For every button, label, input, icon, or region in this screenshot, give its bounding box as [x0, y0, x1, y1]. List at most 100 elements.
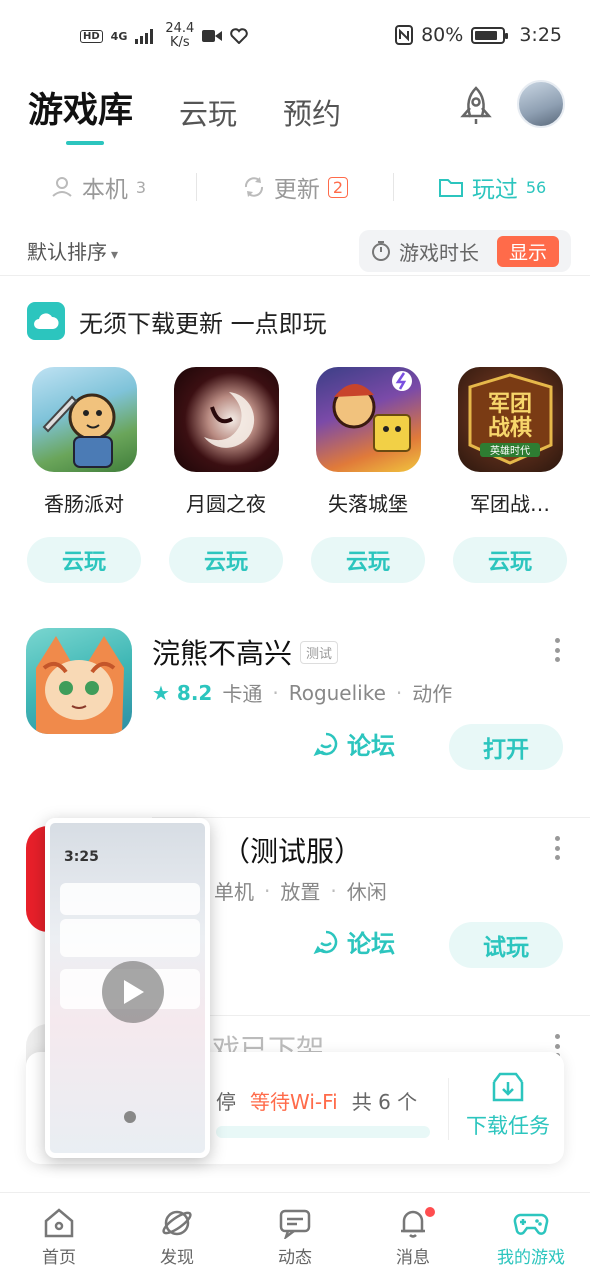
- battery-percent: 80%: [421, 24, 464, 46]
- cloud-section-header: 无须下载更新 一点即玩: [27, 302, 327, 340]
- signal-bars-icon: [135, 29, 154, 44]
- star-icon: ★: [152, 680, 170, 705]
- divider: [152, 1015, 590, 1016]
- play-icon[interactable]: [102, 961, 164, 1023]
- cloud-game-card[interactable]: 月圆之夜 云玩: [169, 367, 283, 583]
- game-name: 失落城堡: [328, 492, 408, 516]
- download-tasks-button[interactable]: 下载任务: [460, 1070, 556, 1140]
- wifi-wait-label: 等待Wi-Fi: [250, 1090, 338, 1114]
- status-bar: HD 4G 24.4 K/s 80% 3:25: [0, 0, 590, 72]
- download-total: 共 6 个: [351, 1090, 418, 1114]
- filter-local[interactable]: 本机 3: [0, 170, 196, 204]
- genre: 休闲: [346, 880, 387, 904]
- nav-feed[interactable]: 动态: [236, 1193, 354, 1280]
- try-play-button[interactable]: 试玩: [449, 922, 563, 968]
- gamepad-icon: [513, 1213, 549, 1235]
- tab-game-library[interactable]: 游戏库: [28, 82, 133, 145]
- genre: 动作: [412, 682, 453, 706]
- icon-text-2: 战棋: [487, 415, 531, 441]
- game-title: 浣熊不高兴: [152, 637, 293, 670]
- game-title: （测试服）: [222, 835, 363, 868]
- genre: Roguelike: [288, 680, 386, 705]
- battery-icon: [471, 26, 509, 44]
- phone-user-icon: [52, 177, 72, 197]
- hd-indicator: HD: [80, 29, 103, 43]
- cloud-icon: [27, 302, 65, 340]
- game-meta: 单机 · 放置 · 休闲: [214, 876, 387, 905]
- sort-dropdown[interactable]: 默认排序: [27, 236, 118, 265]
- preview-card: [60, 883, 200, 915]
- sort-row: 默认排序 游戏时长 显示: [0, 226, 590, 276]
- trash-icon[interactable]: [124, 1111, 136, 1123]
- game-icon: [315, 367, 421, 472]
- icon-text-1: 军团: [487, 392, 531, 417]
- game-icon: [26, 628, 132, 734]
- game-name: 月圆之夜: [186, 492, 266, 516]
- nfc-icon: [395, 25, 414, 45]
- game-icon: [173, 367, 279, 472]
- top-tabs: 游戏库 云玩 预约: [28, 82, 341, 145]
- nav-discover[interactable]: 发现: [118, 1193, 236, 1280]
- net-speed: 24.4 K/s: [165, 21, 195, 50]
- open-button[interactable]: 打开: [449, 724, 563, 770]
- cloud-play-button[interactable]: 云玩: [27, 537, 141, 583]
- home-icon: [44, 1208, 74, 1238]
- genre: 放置: [280, 880, 321, 904]
- forum-icon: [313, 930, 338, 954]
- cloud-game-card[interactable]: 失落城堡 云玩: [311, 367, 425, 583]
- game-icon: 军团 战棋 英雄时代: [457, 367, 563, 472]
- signal-icon: 4G: [110, 29, 128, 43]
- cloud-play-button[interactable]: 云玩: [453, 537, 567, 583]
- forum-button[interactable]: 论坛: [313, 924, 395, 959]
- divider: [448, 1078, 449, 1140]
- genre: 单机: [214, 880, 254, 904]
- chat-icon: [279, 1209, 311, 1239]
- cloud-game-card[interactable]: 军团 战棋 英雄时代 军团战… 云玩: [453, 367, 567, 583]
- planet-icon: [162, 1210, 192, 1236]
- preview-card: [60, 919, 200, 957]
- notification-dot: [425, 1207, 435, 1217]
- rocket-icon[interactable]: [454, 84, 498, 128]
- clock: 3:25: [519, 24, 562, 46]
- game-name: 香肠派对: [44, 492, 124, 516]
- filter-bar: 本机 3 更新 2 玩过 56: [0, 164, 590, 210]
- play-time-toggle[interactable]: 游戏时长 显示: [359, 230, 571, 272]
- cloud-game-card[interactable]: 香肠派对 云玩: [27, 367, 141, 583]
- icon-text-3: 英雄时代: [490, 444, 530, 457]
- bottom-nav: 首页 发现 动态 消息 我的游戏: [0, 1192, 590, 1280]
- forum-icon: [313, 732, 338, 756]
- filter-update[interactable]: 更新 2: [197, 170, 393, 204]
- nav-my-games[interactable]: 我的游戏: [472, 1193, 590, 1280]
- test-tag: 测试: [300, 640, 339, 664]
- game-row[interactable]: 浣熊不高兴 测试 ★ 8.2 卡通 · Roguelike · 动作 论坛 打开: [0, 628, 590, 818]
- cloud-games-list: 香肠派对 云玩 月圆之夜 云玩 失落城堡 云玩 军团 战棋 英雄时代 军团战… …: [27, 367, 567, 583]
- more-options-icon[interactable]: [554, 638, 560, 662]
- filter-played[interactable]: 玩过 56: [394, 170, 590, 204]
- download-icon: [492, 1072, 524, 1102]
- user-avatar[interactable]: [517, 80, 565, 128]
- forum-button[interactable]: 论坛: [313, 726, 395, 761]
- more-options-icon[interactable]: [554, 836, 560, 860]
- download-progress: [216, 1126, 430, 1138]
- tab-reservation[interactable]: 预约: [283, 91, 341, 133]
- update-count-badge: 2: [327, 176, 349, 198]
- nav-messages[interactable]: 消息: [354, 1193, 472, 1280]
- tab-cloud-play[interactable]: 云玩: [179, 91, 237, 133]
- heart-rate-icon: [230, 28, 249, 44]
- folder-icon: [438, 179, 463, 197]
- divider: [152, 817, 590, 818]
- cloud-play-button[interactable]: 云玩: [169, 537, 283, 583]
- game-meta: ★ 8.2 卡通 · Roguelike · 动作: [152, 678, 452, 707]
- video-icon: [202, 30, 223, 42]
- refresh-icon: [244, 177, 263, 197]
- preview-time: 3:25: [64, 849, 99, 865]
- floating-video-preview[interactable]: 3:25: [45, 818, 210, 1158]
- show-button[interactable]: 显示: [496, 236, 559, 267]
- game-name: 军团战…: [470, 492, 550, 516]
- download-status: 停: [216, 1090, 236, 1114]
- nav-home[interactable]: 首页: [0, 1193, 118, 1280]
- cloud-play-button[interactable]: 云玩: [311, 537, 425, 583]
- genre: 卡通: [222, 682, 263, 706]
- game-rating: 8.2: [176, 680, 213, 705]
- cloud-section-title: 无须下载更新 一点即玩: [79, 309, 327, 338]
